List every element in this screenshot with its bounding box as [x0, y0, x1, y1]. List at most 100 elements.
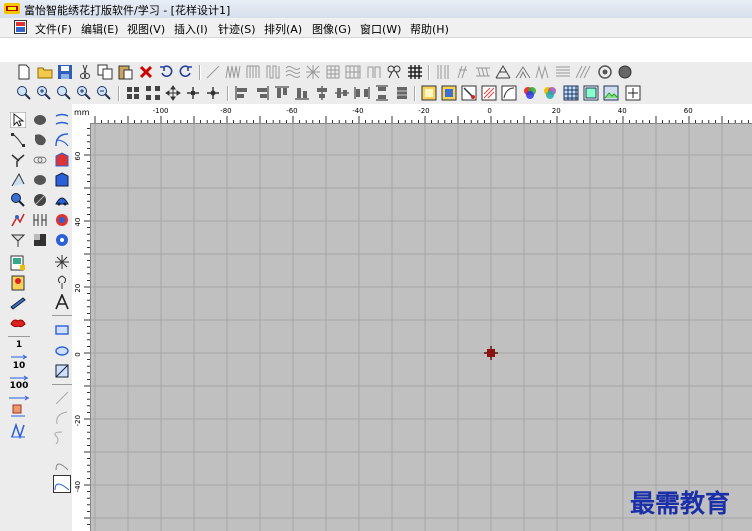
- color-tool-icon[interactable]: [10, 275, 26, 291]
- knife-icon[interactable]: [10, 152, 26, 168]
- pattern-fill-icon[interactable]: [325, 64, 341, 80]
- picture-tool-icon[interactable]: [10, 255, 26, 271]
- running-stitch-icon[interactable]: [205, 64, 221, 80]
- shape-fill-ellipse-icon[interactable]: [32, 172, 48, 188]
- wave-stitch-icon[interactable]: [285, 64, 301, 80]
- fill-area-icon[interactable]: [54, 152, 70, 168]
- show-grid-icon[interactable]: [563, 85, 579, 101]
- distribute-vertical-icon[interactable]: [374, 85, 390, 101]
- show-ruler-icon[interactable]: [583, 85, 599, 101]
- show-needle-icon[interactable]: [461, 85, 477, 101]
- measure-icon[interactable]: [10, 232, 26, 248]
- save-icon[interactable]: [57, 64, 73, 80]
- line-segment-icon[interactable]: [54, 390, 70, 406]
- shape-round-icon[interactable]: [32, 192, 48, 208]
- lines-stitch-icon[interactable]: [555, 64, 571, 80]
- new-file-icon[interactable]: [16, 64, 32, 80]
- arc-segment-icon[interactable]: [54, 410, 70, 426]
- zoom-window-icon[interactable]: [16, 85, 32, 101]
- same-size-icon[interactable]: [394, 85, 410, 101]
- ungroup-icon[interactable]: [145, 85, 161, 101]
- menu-stitch[interactable]: 针迹(S): [218, 21, 256, 37]
- shape-ellipse-icon[interactable]: [32, 112, 48, 128]
- tree-curve-icon[interactable]: [54, 274, 70, 290]
- star-point-icon[interactable]: [54, 254, 70, 270]
- grid-fill-icon[interactable]: [345, 64, 361, 80]
- stop-icon[interactable]: [10, 423, 26, 439]
- menu-window[interactable]: 窗口(W): [360, 21, 401, 37]
- polygon-tool-icon[interactable]: [54, 363, 70, 379]
- zoom-fit-icon[interactable]: [56, 85, 72, 101]
- menu-image[interactable]: 图像(G): [312, 21, 351, 37]
- applique-icon[interactable]: [32, 232, 48, 248]
- show-stitch-icon[interactable]: [441, 85, 457, 101]
- shape-blob-icon[interactable]: [32, 132, 48, 148]
- net-stitch-icon[interactable]: [407, 64, 423, 80]
- circle-stitch-icon[interactable]: [617, 64, 633, 80]
- mesh-stitch-icon[interactable]: [495, 64, 511, 80]
- edit-points-icon[interactable]: [10, 132, 26, 148]
- diagonal-stitch-icon[interactable]: [575, 64, 591, 80]
- split-stitch-icon[interactable]: [435, 64, 451, 80]
- zoom-in-icon[interactable]: [36, 85, 52, 101]
- open-folder-icon[interactable]: [37, 64, 53, 80]
- trim-icon[interactable]: [10, 403, 26, 419]
- spiral-fill-icon[interactable]: [54, 212, 70, 228]
- counter-100-button[interactable]: 100: [8, 382, 30, 404]
- show-fabric-icon[interactable]: [481, 85, 497, 101]
- motif-fill-icon[interactable]: [54, 192, 70, 208]
- menu-insert[interactable]: 插入(I): [174, 21, 208, 37]
- show-picture-icon[interactable]: [421, 85, 437, 101]
- curve-segment-selected-icon[interactable]: [53, 475, 71, 493]
- origin-marker-icon[interactable]: [483, 345, 499, 361]
- satin-stitch-icon[interactable]: [225, 64, 241, 80]
- align-center-vertical-icon[interactable]: [314, 85, 330, 101]
- show-background-icon[interactable]: [603, 85, 619, 101]
- zoom-plus-icon[interactable]: [76, 85, 92, 101]
- menu-arrange[interactable]: 排列(A): [264, 21, 302, 37]
- zoom-out-icon[interactable]: [96, 85, 112, 101]
- border-stitch-icon[interactable]: [475, 64, 491, 80]
- align-bottom-icon[interactable]: [294, 85, 310, 101]
- arch-segment-icon[interactable]: [54, 456, 70, 472]
- lips-tool-icon[interactable]: [10, 315, 26, 331]
- design-canvas[interactable]: [91, 124, 752, 531]
- line-tool-icon[interactable]: [54, 112, 70, 128]
- ellipse-tool-icon[interactable]: [54, 343, 70, 359]
- zoom-tool-icon[interactable]: [10, 192, 26, 208]
- move-node-icon[interactable]: [205, 85, 221, 101]
- align-center-horizontal-icon[interactable]: [334, 85, 350, 101]
- zigzag-stitch-icon[interactable]: [535, 64, 551, 80]
- menu-view[interactable]: 视图(V): [127, 21, 165, 37]
- move-icon[interactable]: [165, 85, 181, 101]
- undo-icon[interactable]: [158, 64, 174, 80]
- curve-tool-icon[interactable]: [54, 132, 70, 148]
- rectangle-tool-icon[interactable]: [54, 322, 70, 338]
- loop-stitch-icon[interactable]: [386, 64, 402, 80]
- show-outline-icon[interactable]: [501, 85, 517, 101]
- ruler-tool-icon[interactable]: [10, 295, 26, 311]
- group-icon[interactable]: [125, 85, 141, 101]
- wave-segment-icon[interactable]: [54, 430, 70, 446]
- text-tool-icon[interactable]: [54, 294, 70, 310]
- move-small-icon[interactable]: [185, 85, 201, 101]
- select-arrow-icon[interactable]: [10, 112, 26, 128]
- fill-stitch-icon[interactable]: [245, 64, 261, 80]
- distribute-horizontal-icon[interactable]: [354, 85, 370, 101]
- color-palette-icon[interactable]: [522, 85, 538, 101]
- tri-stitch-icon[interactable]: [515, 64, 531, 80]
- menu-edit[interactable]: 编辑(E): [81, 21, 119, 37]
- arch-stitch-icon[interactable]: [366, 64, 382, 80]
- menu-help[interactable]: 帮助(H): [410, 21, 449, 37]
- copy-icon[interactable]: [97, 64, 113, 80]
- column-area-icon[interactable]: [54, 172, 70, 188]
- color-mix-icon[interactable]: [542, 85, 558, 101]
- delete-icon[interactable]: [138, 64, 154, 80]
- paste-icon[interactable]: [117, 64, 133, 80]
- counter-1-button[interactable]: 1: [10, 341, 28, 363]
- feather-stitch-icon[interactable]: [455, 64, 471, 80]
- column-stitch-icon[interactable]: [265, 64, 281, 80]
- document-icon[interactable]: [14, 20, 27, 34]
- crosshair-icon[interactable]: [625, 85, 641, 101]
- target-icon[interactable]: [597, 64, 613, 80]
